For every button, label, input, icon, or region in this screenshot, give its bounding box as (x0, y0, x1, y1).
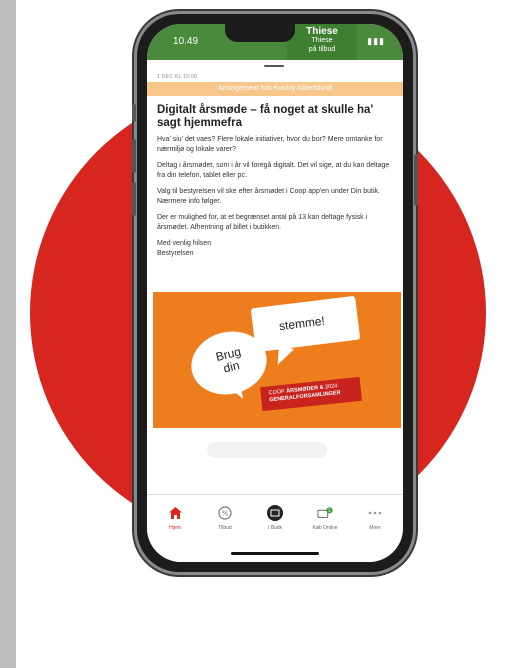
more-icon (367, 505, 383, 521)
volume-down-button (132, 182, 136, 216)
message-paragraph: Der er mulighed for, at et begrænset ant… (157, 214, 368, 231)
tab-home[interactable]: Hjem (150, 505, 200, 531)
message-signoff: Med venlig hilsen Bestyrelsen (157, 239, 393, 258)
tab-store[interactable]: I Butik (250, 505, 300, 531)
signoff-greeting: Med venlig hilsen (157, 240, 212, 247)
bottom-tab-bar: Hjem % Tilbud I Butik 1 Køb Online Mere (147, 494, 403, 562)
tab-online[interactable]: 1 Køb Online (300, 505, 350, 531)
bubble-right-text: stemme! (278, 313, 326, 334)
message-paragraph: Hva' siu' det vaes? Flere lokale initiat… (157, 136, 383, 153)
message-paragraph: Valg til bestyrelsen vil ske efter årsmø… (157, 188, 380, 205)
volume-up-button (132, 139, 136, 173)
status-network-sub1: Thiese (311, 37, 333, 44)
phone-notch (225, 24, 295, 42)
status-time: 10.49 (173, 36, 199, 47)
message-sheet[interactable]: 1 DEC KL 15:00 Arrangement hos Kvickly A… (147, 60, 403, 504)
signoff-sender: Bestyrelsen (157, 249, 194, 257)
cart-icon: 1 (317, 505, 333, 521)
home-indicator[interactable] (231, 552, 319, 555)
percent-icon: % (217, 505, 233, 521)
home-icon (167, 505, 183, 521)
status-network-title: Thiese (306, 26, 338, 37)
status-network-sub2: på tilbud (308, 46, 336, 53)
message-content: Digitalt årsmøde – få noget at skulle ha… (157, 104, 393, 258)
tab-home-label: Hjem (169, 525, 181, 531)
message-date: 1 DEC KL 15:00 (157, 74, 198, 80)
coop-annual-meeting-badge: COOP ÅRSMØDER & 2024 GENERALFORSAMLINGER (260, 376, 362, 412)
tab-more-label: Mere (369, 525, 381, 531)
svg-text:1: 1 (328, 508, 331, 514)
tab-offers[interactable]: % Tilbud (200, 505, 250, 531)
signal-icon: ▮▮▮ (367, 36, 385, 46)
power-button (414, 154, 418, 206)
event-banner: Arrangement hos Kvickly Albertslund (147, 82, 403, 96)
tab-more[interactable]: Mere (350, 505, 400, 531)
message-title: Digitalt årsmøde – få noget at skulle ha… (157, 104, 374, 129)
sheet-grab-handle[interactable] (264, 65, 284, 67)
tab-store-label: I Butik (268, 525, 282, 531)
tab-offers-label: Tilbud (218, 525, 232, 531)
store-icon (267, 505, 283, 521)
mute-switch (132, 104, 136, 122)
speech-bubble-right: stemme! (250, 295, 361, 353)
message-paragraph: Deltag i årsmødet, som i år vil foregå d… (157, 162, 390, 179)
hidden-action-button[interactable] (207, 442, 327, 458)
status-network: Thiese Thiese på tilbud (287, 24, 357, 60)
tab-online-label: Køb Online (312, 525, 338, 531)
promo-banner[interactable]: stemme! Brug din COOP ÅRSMØDER & 2024 GE… (153, 292, 401, 428)
svg-text:%: % (222, 510, 229, 518)
